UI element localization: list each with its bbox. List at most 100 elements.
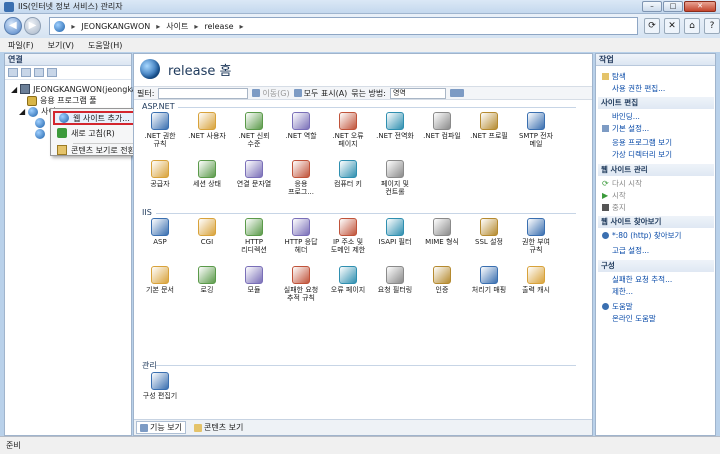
close-button[interactable]: ✕ xyxy=(684,1,716,12)
window-controls: – □ ✕ xyxy=(642,1,716,12)
group-by-select[interactable]: 영역 xyxy=(389,87,446,99)
filter-input[interactable] xyxy=(158,87,249,99)
feature-aspnet-5[interactable]: .NET 전역화 xyxy=(373,112,417,140)
up-icon[interactable] xyxy=(34,68,44,77)
address-field[interactable]: ▸ JEONGKANGWON ▸ 사이트 ▸ release ▸ xyxy=(49,17,638,35)
show-all-button[interactable]: 모두 표시(A) xyxy=(293,88,347,99)
group-label-iis: IIS xyxy=(142,208,152,217)
tree-item-site-a[interactable] xyxy=(35,118,45,128)
action-failed-request-tracing[interactable]: 실패한 요청 추적... xyxy=(612,274,672,285)
action-stop[interactable]: 중지 xyxy=(602,202,626,213)
action-edit-permissions[interactable]: 사용 권한 편집... xyxy=(612,83,665,94)
feature-aspnet-3[interactable]: .NET 역할 xyxy=(279,112,323,140)
feature-label: 페이지 및 xyxy=(381,180,409,188)
feature-iis-15[interactable]: 인증 xyxy=(420,266,464,294)
feature-icon xyxy=(151,266,169,284)
forward-button[interactable]: ▶ xyxy=(23,17,42,35)
connect-icon[interactable] xyxy=(8,68,18,77)
feature-iis-9[interactable]: 기본 문서 xyxy=(138,266,182,294)
feature-iis-17[interactable]: 출력 캐시 xyxy=(514,266,558,294)
action-start[interactable]: ▶ 시작 xyxy=(602,190,626,201)
action-limits[interactable]: 제한... xyxy=(612,286,633,297)
group-by-label: 묶는 방법: xyxy=(351,88,386,98)
disconnect-icon[interactable] xyxy=(47,68,57,77)
filter-bar: 필터: 이동(G) 모두 표시(A) 묶는 방법: 영역 xyxy=(134,86,592,100)
feature-aspnet-11[interactable]: 연결 문자열 xyxy=(232,160,276,188)
feature-mgmt-0[interactable]: 구성 편집기 xyxy=(138,372,182,400)
feature-aspnet-10[interactable]: 세션 상태 xyxy=(185,160,229,188)
menu-help[interactable]: 도움말(H) xyxy=(88,40,122,51)
maximize-button[interactable]: □ xyxy=(663,1,683,12)
view-mode-icon[interactable] xyxy=(449,89,464,97)
feature-iis-8[interactable]: 권한 부여 규칙 xyxy=(514,218,558,254)
menu-view[interactable]: 보기(V) xyxy=(48,40,74,51)
feature-iis-5[interactable]: ISAPI 필터 xyxy=(373,218,417,246)
back-button[interactable]: ◀ xyxy=(4,17,22,35)
action-explore[interactable]: 탐색 xyxy=(602,71,626,82)
feature-label: SSL 설정 xyxy=(475,238,503,246)
tree-item-server[interactable]: ◢ JEONGKANGWON(jeongkang xyxy=(11,84,147,94)
feature-aspnet-4[interactable]: .NET 오류 페이지 xyxy=(326,112,370,148)
crumb-server[interactable]: JEONGKANGWON xyxy=(81,22,150,31)
tab-content-view[interactable]: 콘텐츠 보기 xyxy=(190,421,247,434)
feature-aspnet-6[interactable]: .NET 컴파일 xyxy=(420,112,464,140)
feature-aspnet-9[interactable]: 공급자 xyxy=(138,160,182,188)
refresh-icon[interactable]: ⟳ xyxy=(643,18,660,34)
feature-aspnet-14[interactable]: 페이지 및 컨트롤 xyxy=(373,160,417,196)
feature-iis-1[interactable]: CGI xyxy=(185,218,229,246)
feature-aspnet-1[interactable]: .NET 사용자 xyxy=(185,112,229,140)
feature-iis-11[interactable]: 모듈 xyxy=(232,266,276,294)
action-restart[interactable]: ⟳ 다시 시작 xyxy=(602,178,642,189)
action-online-help[interactable]: 온라인 도움말 xyxy=(612,313,656,324)
feature-label: 세션 상태 xyxy=(193,180,221,188)
action-help[interactable]: 도움말 xyxy=(602,301,633,312)
feature-aspnet-2[interactable]: .NET 신뢰 수준 xyxy=(232,112,276,148)
action-basic-settings[interactable]: 기본 설정... xyxy=(602,123,649,134)
feature-iis-3[interactable]: HTTP 응답 헤더 xyxy=(279,218,323,254)
action-view-apps[interactable]: 응용 프로그램 보기 xyxy=(612,137,672,148)
action-view-vdirs[interactable]: 가상 디렉터리 보기 xyxy=(612,149,672,160)
feature-iis-12[interactable]: 실패한 요청 추적 규칙 xyxy=(279,266,323,302)
feature-aspnet-12[interactable]: 응용 프로그... xyxy=(279,160,323,196)
action-bindings[interactable]: 바인딩... xyxy=(612,111,640,122)
feature-icon xyxy=(292,112,310,130)
menu-file[interactable]: 파일(F) xyxy=(8,40,34,51)
feature-iis-14[interactable]: 요청 필터링 xyxy=(373,266,417,294)
feature-iis-6[interactable]: MIME 형식 xyxy=(420,218,464,246)
feature-label: 출력 캐시 xyxy=(522,286,550,294)
stop-icon[interactable]: ✕ xyxy=(663,18,680,34)
feature-iis-0[interactable]: ASP xyxy=(138,218,182,246)
feature-label: .NET 오류 xyxy=(332,132,364,140)
feature-iis-13[interactable]: 오류 페이지 xyxy=(326,266,370,294)
tree-item-site-b[interactable] xyxy=(35,129,45,139)
feature-aspnet-13[interactable]: 컴퓨터 키 xyxy=(326,160,370,188)
feature-iis-7[interactable]: SSL 설정 xyxy=(467,218,511,246)
feature-iis-16[interactable]: 처리기 매핑 xyxy=(467,266,511,294)
home-icon[interactable]: ⌂ xyxy=(683,18,700,34)
tree-item-app-pools[interactable]: 응용 프로그램 풀 xyxy=(27,95,97,106)
feature-iis-4[interactable]: IP 주소 및 도메인 제한 xyxy=(326,218,370,254)
action-browse-http[interactable]: *:80 (http) 찾아보기 xyxy=(602,230,681,241)
save-icon[interactable] xyxy=(21,68,31,77)
page-title: release 홈 xyxy=(168,63,232,79)
feature-iis-10[interactable]: 로깅 xyxy=(185,266,229,294)
window-title: IIS(인터넷 정보 서비스) 관리자 xyxy=(18,2,123,11)
feature-label: 응용 xyxy=(294,180,308,188)
tab-features-view[interactable]: 기능 보기 xyxy=(136,421,186,434)
feature-aspnet-0[interactable]: .NET 권한 규칙 xyxy=(138,112,182,148)
feature-iis-2[interactable]: HTTP 리디렉션 xyxy=(232,218,276,254)
feature-label: MIME 형식 xyxy=(425,238,459,246)
go-button[interactable]: 이동(G) xyxy=(252,88,290,99)
add-site-icon xyxy=(59,113,69,123)
crumb-sites[interactable]: 사이트 xyxy=(166,21,188,32)
connections-title: 연결 xyxy=(5,54,131,66)
feature-label: 권한 부여 xyxy=(522,238,550,246)
feature-aspnet-8[interactable]: SMTP 전자 메일 xyxy=(514,112,558,148)
crumb-release[interactable]: release xyxy=(204,22,233,31)
feature-icon xyxy=(245,218,263,236)
help-icon[interactable]: ? xyxy=(703,18,720,34)
minimize-button[interactable]: – xyxy=(642,1,662,12)
action-advanced-settings[interactable]: 고급 설정... xyxy=(612,245,649,256)
feature-aspnet-7[interactable]: .NET 프로필 xyxy=(467,112,511,140)
site-home-icon xyxy=(140,59,160,79)
